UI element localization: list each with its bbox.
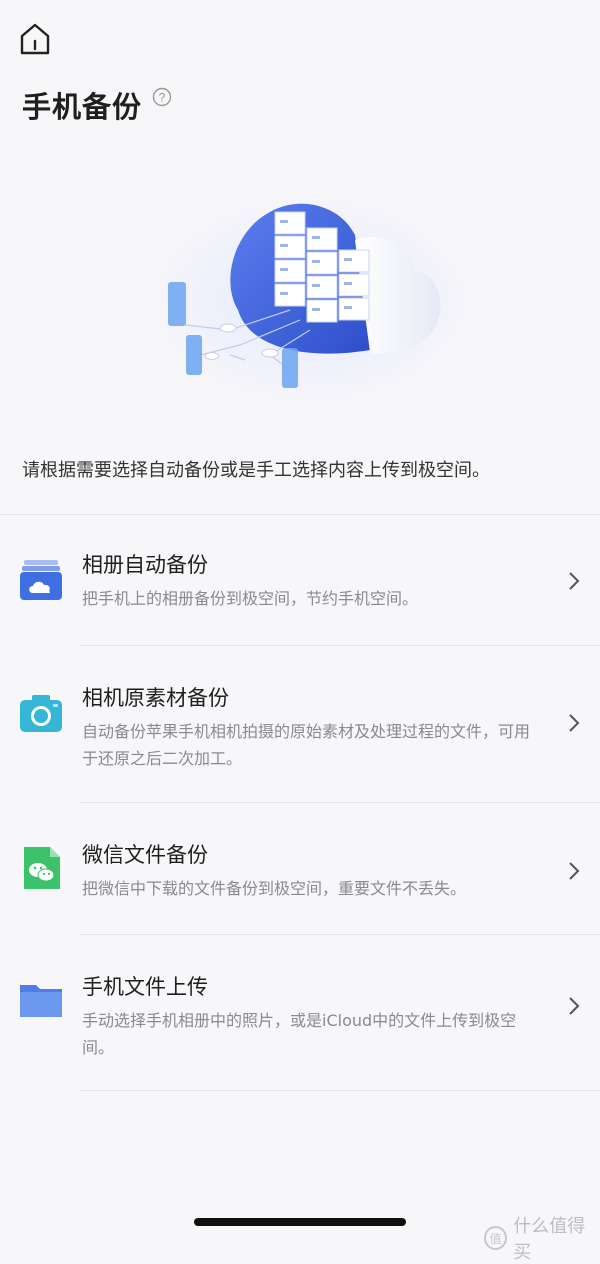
item-desc: 把微信中下载的文件备份到极空间，重要文件不丢失。 — [82, 879, 467, 898]
chevron-right-icon[interactable] — [566, 995, 582, 1017]
backup-options-list: 相册自动备份 把手机上的相册备份到极空间，节约手机空间。 相机原素材备份 自动备… — [0, 515, 600, 1091]
svg-text:?: ? — [159, 91, 166, 105]
chevron-right-icon[interactable] — [566, 712, 582, 734]
item-title: 相机原素材备份 — [82, 686, 229, 710]
camera-icon — [20, 695, 62, 732]
chevron-right-icon[interactable] — [566, 860, 582, 882]
cloud-server-illustration — [140, 190, 480, 410]
item-title: 相册自动备份 — [82, 553, 208, 577]
item-desc: 手动选择手机相册中的照片，或是iCloud中的文件上传到极空间。 — [82, 1011, 517, 1057]
watermark-badge: 值 — [484, 1226, 508, 1250]
wechat-icon — [24, 847, 60, 889]
item-desc: 把手机上的相册备份到极空间，节约手机空间。 — [82, 589, 419, 608]
title-row: 手机备份 ? — [22, 84, 172, 126]
photo-cloud-icon — [20, 560, 62, 600]
home-indicator[interactable] — [194, 1218, 406, 1226]
watermark-text: 什么值得买 — [513, 1216, 586, 1263]
page-title: 手机备份 — [22, 90, 143, 124]
question-circle-icon[interactable]: ? — [152, 87, 172, 107]
list-item-camera-raw-backup[interactable]: 相机原素材备份 自动备份苹果手机相机拍摄的原始素材及处理过程的文件，可用于还原之… — [0, 646, 600, 803]
watermark: 值 什么值得买 — [484, 1212, 600, 1264]
list-item-file-upload[interactable]: 手机文件上传 手动选择手机相册中的照片，或是iCloud中的文件上传到极空间。 — [0, 935, 600, 1091]
item-desc: 自动备份苹果手机相机拍摄的原始素材及处理过程的文件，可用于还原之后二次加工。 — [82, 722, 531, 768]
item-title: 微信文件备份 — [82, 843, 208, 867]
folder-icon — [20, 985, 62, 1017]
list-item-wechat-backup[interactable]: 微信文件备份 把微信中下载的文件备份到极空间，重要文件不丢失。 — [0, 803, 600, 935]
home-icon[interactable] — [18, 22, 52, 56]
intro-text: 请根据需要选择自动备份或是手工选择内容上传到极空间。 — [22, 460, 490, 481]
item-title: 手机文件上传 — [82, 975, 208, 999]
separator — [80, 1090, 600, 1091]
list-item-album-backup[interactable]: 相册自动备份 把手机上的相册备份到极空间，节约手机空间。 — [0, 515, 600, 646]
chevron-right-icon[interactable] — [566, 570, 582, 592]
